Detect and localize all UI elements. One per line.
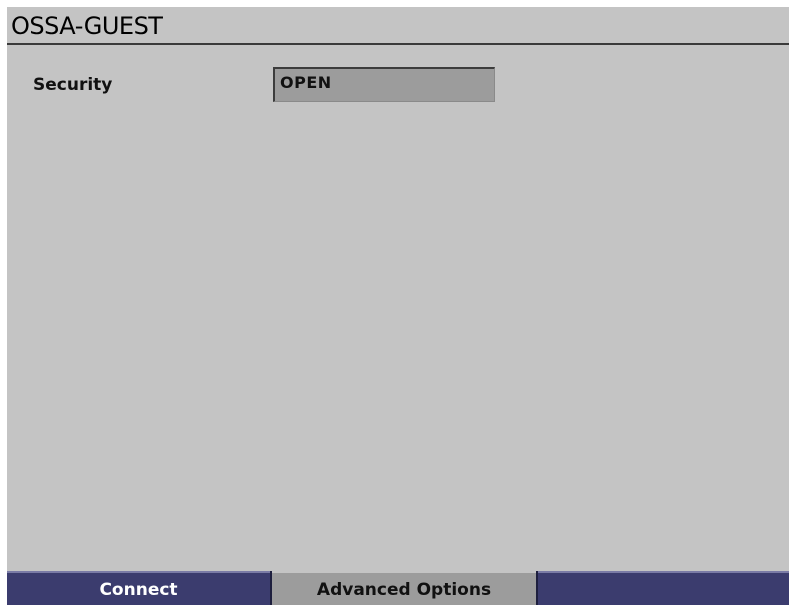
security-value-field[interactable]: OPEN — [273, 67, 495, 102]
connect-button[interactable]: Connect — [7, 571, 270, 605]
advanced-options-button[interactable]: Advanced Options — [272, 571, 536, 605]
security-value-text: OPEN — [280, 73, 332, 92]
title-bar: OSSA-GUEST — [7, 7, 789, 45]
security-label: Security — [33, 75, 113, 95]
advanced-options-button-label: Advanced Options — [316, 580, 492, 600]
network-settings-screen: OSSA-GUEST Security OPEN Connect Advance… — [7, 7, 789, 605]
empty-soft-key[interactable] — [538, 571, 789, 605]
bottom-tab-bar: Connect Advanced Options — [7, 571, 789, 605]
page-title: OSSA-GUEST — [11, 12, 163, 40]
connect-button-label: Connect — [99, 580, 178, 600]
